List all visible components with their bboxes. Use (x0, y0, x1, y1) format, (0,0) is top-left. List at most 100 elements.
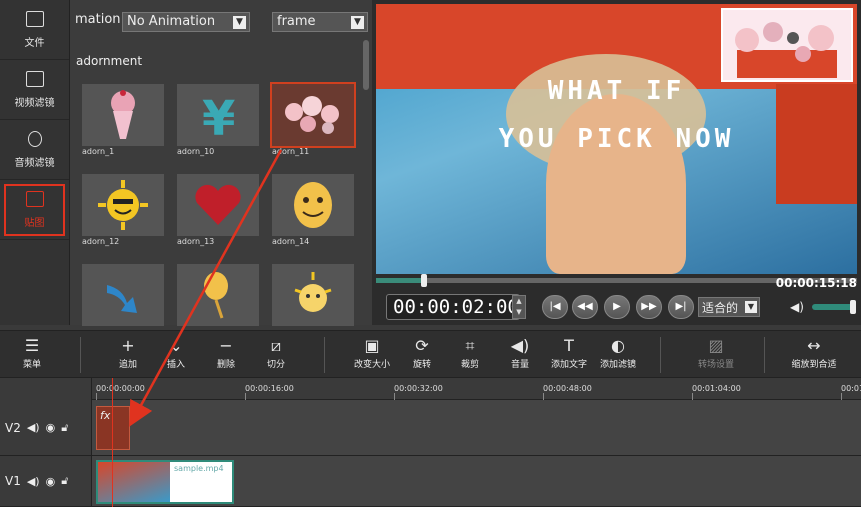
menu-button[interactable]: ☰ 菜单 (0, 335, 64, 370)
sidebar-item-file[interactable]: 文件 (0, 0, 69, 60)
current-timecode[interactable]: 00:00:02:00 (386, 294, 520, 320)
sticker-thumb[interactable] (82, 84, 164, 146)
tool-label: 裁剪 (460, 360, 479, 370)
progress-fill (376, 278, 425, 283)
rose-heart-icon (195, 184, 241, 225)
blue-arrow-icon (107, 285, 137, 313)
timeline-ruler[interactable]: 00:00:00:00 00:00:16:00 00:00:32:00 00:0… (92, 378, 861, 400)
playhead[interactable] (112, 378, 113, 507)
ruler-tick (96, 393, 97, 400)
speaker-icon[interactable]: ◀) (790, 300, 804, 314)
sidebar-item-label: 文件 (24, 37, 45, 49)
track-header-v1: V1 ◀) ◉ 🔓︎ (0, 456, 92, 507)
sticker-caption: adorn_14 (272, 237, 310, 246)
eye-icon[interactable]: ◉ (46, 421, 56, 434)
tool-label: 添加滤镜 (599, 360, 636, 370)
volume-handle[interactable] (850, 300, 856, 314)
total-duration: 00:00:15:18 (775, 276, 857, 290)
arrows-horizontal-icon: ↔ (807, 336, 821, 355)
ruler-tick (692, 393, 693, 400)
tool-label: 改变大小 (353, 360, 390, 370)
tool-label: 转场设置 (697, 360, 734, 370)
animation-select[interactable]: No Animation ▼ (122, 12, 250, 32)
edit-toolbar: ☰ 菜单 + 追加 ⌄ 插入 − 删除 ⧄ 切分 ▣ 改变大小 ⟳ 旋转 ⌗ 裁剪 ◀) 音量 T… (0, 330, 861, 378)
sidebar-item-label: 音频滤镜 (14, 157, 55, 169)
track-v2[interactable]: fx (92, 400, 861, 456)
lock-icon[interactable]: 🔓︎ (61, 421, 68, 435)
sticker-thumb[interactable] (272, 174, 354, 236)
panel-options: mation No Animation ▼ frame ▼ (70, 8, 372, 32)
sticker-thumb[interactable]: ¥ (177, 84, 259, 146)
split-button[interactable]: ⧄ 切分 (244, 335, 308, 370)
sticker-clip[interactable]: fx (96, 406, 130, 450)
overlay-text-line2[interactable]: YOU PICK NOW (376, 124, 857, 154)
ruler-label: 00:00:16:00 (245, 384, 294, 393)
track-name: V2 (5, 420, 21, 435)
sidebar-item-sticker[interactable]: 贴图 (0, 180, 69, 240)
chevron-down-icon: ▼ (745, 301, 757, 313)
tool-label: 删除 (216, 360, 235, 370)
toolbar-divider (80, 337, 81, 373)
tool-label: 音量 (510, 360, 529, 370)
svg-text:¥: ¥ (202, 91, 235, 143)
filter-icon: ◐ (611, 336, 625, 355)
ruler-label: 00:00:32:00 (394, 384, 443, 393)
sticker-caption: adorn_13 (177, 237, 215, 246)
tool-label: 缩放到合适 (791, 360, 837, 370)
skip-to-start-button[interactable]: |◀ (542, 295, 568, 319)
zoom-fit-select[interactable]: 适合的 ▼ (698, 297, 760, 317)
sticker-thumb[interactable] (177, 264, 259, 326)
ruler-label: 00:00:48:00 (543, 384, 592, 393)
speaker-icon[interactable]: ◀) (27, 475, 40, 488)
sidebar-item-audio-filter[interactable]: 音频滤镜 (0, 120, 69, 180)
zoom-to-fit-button[interactable]: ↔ 缩放到合适 (782, 335, 846, 370)
zoom-fit-value: 适合的 (702, 301, 739, 315)
video-editor-window: 文件 视频滤镜 音频滤镜 贴图 mation No Animation ▼ fr… (0, 0, 861, 507)
sticker-icon (25, 190, 44, 207)
file-icon (25, 10, 44, 27)
flower-wreath-icon (285, 96, 339, 134)
sun-face-icon (294, 272, 332, 312)
ruler-label: 00:01:04:00 (692, 384, 741, 393)
preview-panel: WHAT IF YOU PICK NOW 00:00:15:18 00:00:0… (372, 0, 861, 325)
video-preview[interactable]: WHAT IF YOU PICK NOW (376, 4, 857, 274)
lock-icon[interactable]: 🔓︎ (61, 474, 68, 488)
sidebar-item-label: 视频滤镜 (14, 97, 55, 109)
panel-scrollbar[interactable] (363, 40, 369, 90)
skip-to-end-button[interactable]: ▶| (668, 295, 694, 319)
frame-select[interactable]: frame ▼ (272, 12, 368, 32)
eye-icon[interactable]: ◉ (46, 475, 56, 488)
sticker-thumb[interactable] (177, 174, 259, 236)
volume-slider[interactable] (812, 300, 856, 314)
speaker-icon[interactable]: ◀) (27, 421, 40, 434)
sticker-thumb[interactable] (82, 264, 164, 326)
smiley-face-icon (294, 182, 332, 228)
sticker-thumb[interactable] (82, 174, 164, 236)
tool-label: 插入 (166, 360, 185, 370)
video-clip[interactable]: sample.mp4 (96, 460, 234, 504)
sticker-overlay[interactable] (721, 8, 853, 82)
ruler-tick (543, 393, 544, 400)
add-filter-button[interactable]: ◐ 添加滤镜 (586, 335, 650, 370)
chevron-down-icon: ▼ (233, 16, 246, 29)
progress-handle[interactable] (421, 274, 427, 287)
tool-label: 切分 (266, 360, 285, 370)
frame-select-value: frame (277, 14, 316, 29)
tool-label: 旋转 (412, 360, 431, 370)
track-v1[interactable]: sample.mp4 (92, 456, 861, 507)
sticker-thumb[interactable] (272, 264, 354, 326)
timecode-stepper[interactable]: ▲ ▼ (512, 295, 526, 319)
sticker-caption: adorn_12 (82, 237, 120, 246)
rewind-button[interactable]: ◀◀ (572, 295, 598, 319)
fast-forward-button[interactable]: ▶▶ (636, 295, 662, 319)
sticker-thumb-selected[interactable] (270, 82, 356, 148)
clip-label: sample.mp4 (174, 464, 224, 473)
animation-label: mation (75, 12, 121, 27)
play-button[interactable]: ▶ (604, 295, 630, 319)
animation-select-value: No Animation (127, 14, 216, 29)
sun-emoji-icon (98, 180, 148, 230)
sidebar-item-video-filter[interactable]: 视频滤镜 (0, 60, 69, 120)
transition-settings-button[interactable]: ▨ 转场设置 (684, 335, 748, 370)
ice-cream-icon (111, 90, 135, 139)
ruler-tick (245, 393, 246, 400)
